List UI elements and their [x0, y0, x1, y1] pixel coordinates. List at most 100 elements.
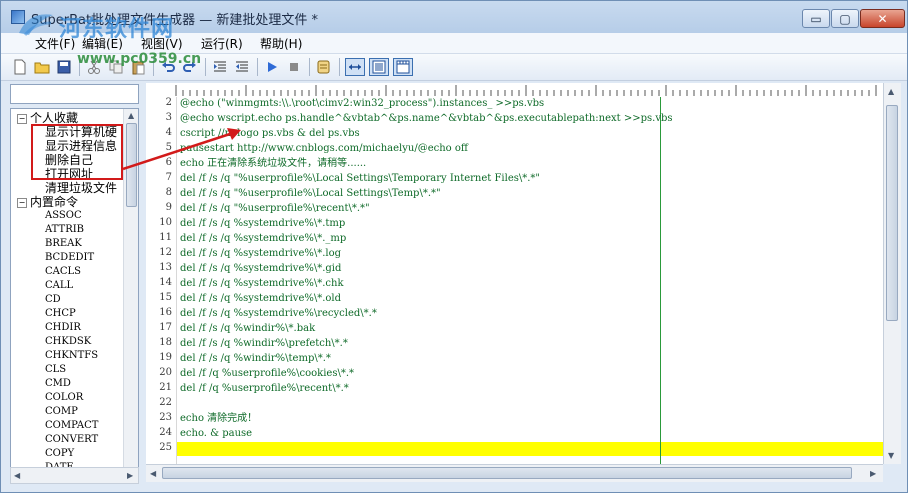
- scroll-left-icon[interactable]: ◀: [14, 471, 20, 480]
- scroll-up-icon[interactable]: ▲: [128, 111, 134, 120]
- line-number: 16: [159, 307, 172, 318]
- code-line[interactable]: del /f /q %userprofile%\recent\*.*: [180, 382, 349, 396]
- tree-group-favorites[interactable]: − 个人收藏: [17, 111, 78, 125]
- code-line[interactable]: del /f /s /q %systemdrive%\recycled\*.*: [180, 307, 377, 321]
- redo-button[interactable]: [181, 58, 199, 76]
- tree-item-command[interactable]: CALL: [45, 279, 73, 293]
- outdent-button[interactable]: [233, 58, 251, 76]
- code-line[interactable]: echo. & pause: [180, 427, 252, 441]
- code-line[interactable]: del /f /s /q %windir%\temp\*.*: [180, 352, 331, 366]
- editor-ruler[interactable]: [146, 83, 883, 98]
- code-line[interactable]: del /f /s /q "%userprofile%\recent\*.*": [180, 202, 370, 216]
- tree-item-command[interactable]: ASSOC: [45, 209, 82, 223]
- wrap-toggle[interactable]: [345, 58, 365, 76]
- line-number: 9: [165, 202, 172, 213]
- tree-item-command[interactable]: ATTRIB: [45, 223, 84, 237]
- indent-button[interactable]: [211, 58, 229, 76]
- copy-button[interactable]: [107, 58, 125, 76]
- tree-vertical-scrollbar[interactable]: ▲: [123, 109, 138, 467]
- minimize-button[interactable]: ▭: [802, 9, 830, 28]
- open-button[interactable]: [33, 58, 51, 76]
- tree-item-command[interactable]: BCDEDIT: [45, 251, 94, 265]
- code-line[interactable]: del /f /s /q %systemdrive%\*.chk: [180, 277, 344, 291]
- tree-item-command[interactable]: COLOR: [45, 391, 83, 405]
- scroll-left-icon[interactable]: ◀: [150, 469, 156, 478]
- code-line[interactable]: del /f /s /q %systemdrive%\*.tmp: [180, 217, 345, 231]
- code-line[interactable]: echo 清除完成！: [180, 412, 257, 426]
- command-filter-input[interactable]: [10, 84, 139, 104]
- line-number: 20: [159, 367, 172, 378]
- tree-item-command[interactable]: CHCP: [45, 307, 76, 321]
- tree-group-label: 内置命令: [30, 195, 79, 209]
- code-line[interactable]: del /f /s /q %systemdrive%\*.gid: [180, 262, 341, 276]
- title-bar[interactable]: SuperBat批处理文件生成器 — 新建批处理文件 * ▭ ▢ ✕: [1, 1, 907, 33]
- tree-group-builtin[interactable]: − 内置命令: [17, 195, 78, 209]
- wrap-icon: [349, 64, 361, 70]
- menu-help[interactable]: 帮助(H): [256, 35, 306, 52]
- code-line[interactable]: del /f /s /q %systemdrive%\*.old: [180, 292, 341, 306]
- undo-button[interactable]: [159, 58, 177, 76]
- code-line[interactable]: del /f /s /q %windir%\prefetch\*.*: [180, 337, 348, 351]
- tree-item-command[interactable]: COMP: [45, 405, 78, 419]
- menu-view[interactable]: 视图(V): [137, 35, 187, 52]
- paste-button[interactable]: [129, 58, 147, 76]
- code-editor[interactable]: @echo ("winmgmts:\\.\root\cimv2:win32_pr…: [177, 97, 883, 464]
- tree-item-command[interactable]: CHDIR: [45, 321, 81, 335]
- script-button[interactable]: [315, 58, 333, 76]
- scroll-right-icon[interactable]: ▶: [127, 471, 133, 480]
- tree-item-command[interactable]: CHKDSK: [45, 335, 91, 349]
- code-line[interactable]: pausestart http://www.cnblogs.com/michae…: [180, 142, 468, 156]
- close-icon: ✕: [877, 11, 888, 26]
- tree-item-command[interactable]: CHKNTFS: [45, 349, 98, 363]
- page-view-toggle[interactable]: [369, 58, 389, 76]
- app-icon: [11, 10, 25, 24]
- scroll-up-icon[interactable]: ▲: [888, 87, 894, 96]
- tree-item-command[interactable]: CACLS: [45, 265, 81, 279]
- ruler-toggle[interactable]: [393, 58, 413, 76]
- stop-button[interactable]: [285, 58, 303, 76]
- run-button[interactable]: [263, 58, 281, 76]
- tree-item-command[interactable]: BREAK: [45, 237, 82, 251]
- editor-scroll-thumb[interactable]: [886, 105, 898, 321]
- menu-file[interactable]: 文件(F): [31, 35, 79, 52]
- code-line[interactable]: del /f /s /q %systemdrive%\*._mp: [180, 232, 346, 246]
- menu-edit[interactable]: 编辑(E): [78, 35, 127, 52]
- line-number: 12: [159, 247, 172, 258]
- right-margin-guide: [660, 97, 661, 464]
- collapse-icon[interactable]: −: [17, 114, 27, 124]
- code-line[interactable]: del /f /q %userprofile%\cookies\*.*: [180, 367, 354, 381]
- code-line[interactable]: @echo ("winmgmts:\\.\root\cimv2:win32_pr…: [180, 97, 544, 111]
- editor-horizontal-scrollbar[interactable]: ◀ ▶: [146, 464, 883, 482]
- line-number: 2: [165, 97, 172, 108]
- close-button[interactable]: ✕: [860, 9, 905, 28]
- editor-vertical-scrollbar[interactable]: ▲ ▼: [883, 83, 901, 464]
- tree-item-command[interactable]: CONVERT: [45, 433, 98, 447]
- tree-item-command[interactable]: CLS: [45, 363, 66, 377]
- new-file-button[interactable]: [11, 58, 29, 76]
- tree-scroll-thumb[interactable]: [126, 123, 137, 207]
- save-button[interactable]: [55, 58, 73, 76]
- line-number: 23: [159, 412, 172, 423]
- code-line[interactable]: @echo wscript.echo ps.handle^&vbtab^&ps.…: [180, 112, 673, 126]
- code-line[interactable]: echo 正在清除系统垃圾文件，请稍等......: [180, 157, 366, 171]
- line-number: 18: [159, 337, 172, 348]
- tree-horizontal-scrollbar[interactable]: ◀ ▶: [10, 467, 139, 484]
- tree-item-clean-junk[interactable]: 清理垃圾文件: [45, 181, 117, 195]
- tree-item-command[interactable]: CD: [45, 293, 61, 307]
- tree-item-command[interactable]: COPY: [45, 447, 74, 461]
- editor-hscroll-thumb[interactable]: [162, 467, 852, 479]
- maximize-button[interactable]: ▢: [831, 9, 859, 28]
- code-line[interactable]: cscript //nologo ps.vbs & del ps.vbs: [180, 127, 360, 141]
- toolbar-separator: [257, 58, 258, 76]
- code-line[interactable]: del /f /s /q "%userprofile%\Local Settin…: [180, 172, 540, 186]
- scroll-right-icon[interactable]: ▶: [870, 469, 876, 478]
- tree-item-command[interactable]: CMD: [45, 377, 71, 391]
- tree-item-command[interactable]: COMPACT: [45, 419, 98, 433]
- code-line[interactable]: del /f /s /q %systemdrive%\*.log: [180, 247, 341, 261]
- code-line[interactable]: del /f /s /q %windir%\*.bak: [180, 322, 315, 336]
- cut-button[interactable]: [85, 58, 103, 76]
- menu-run[interactable]: 运行(R): [197, 35, 247, 52]
- scroll-down-icon[interactable]: ▼: [888, 451, 894, 460]
- code-line[interactable]: del /f /s /q "%userprofile%\Local Settin…: [180, 187, 441, 201]
- collapse-icon[interactable]: −: [17, 198, 27, 208]
